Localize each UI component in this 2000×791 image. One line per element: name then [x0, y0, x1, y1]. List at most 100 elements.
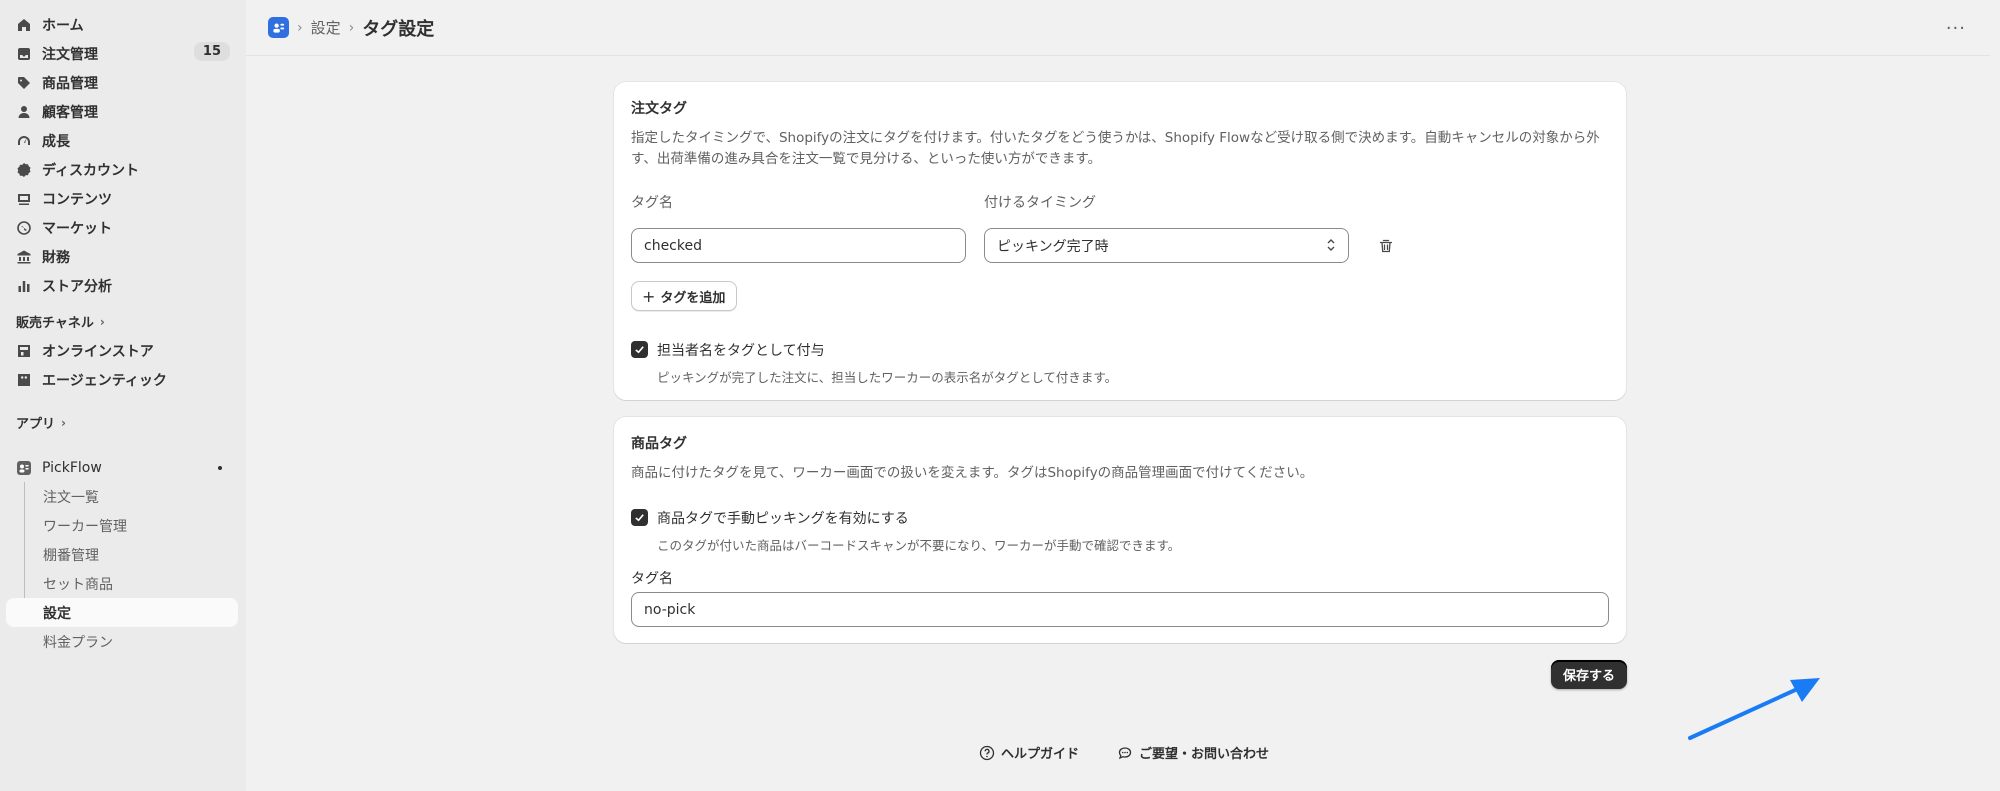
inbox-icon: [16, 46, 32, 62]
sidebar-item-5[interactable]: ディスカウント: [0, 155, 246, 184]
main-area: › 設定 › タグ設定 ··· 注文タグ 指定したタイミングで、Shopifyの…: [246, 0, 1990, 791]
product-tags-description: 商品に付けたタグを見て、ワーカー画面での扱いを変えます。タグはShopifyの商…: [631, 465, 1314, 481]
order-tags-description: 指定したタイミングで、Shopifyの注文にタグを付けます。付いたタグをどう使う…: [631, 130, 1600, 167]
sidebar-item-label: マーケット: [42, 220, 112, 237]
app-subitem-1[interactable]: ワーカー管理: [0, 511, 246, 540]
pin-dot-icon: [218, 466, 222, 470]
sidebar-item-label: ストア分析: [42, 278, 112, 295]
page-title: タグ設定: [362, 18, 435, 40]
content-icon: [16, 191, 32, 207]
agentic-icon: [16, 372, 32, 388]
sidebar-item-6[interactable]: コンテンツ: [0, 184, 246, 213]
discount-icon: [16, 162, 32, 178]
chevron-right-icon: ›: [61, 415, 66, 430]
tag-name-column-label: タグ名: [631, 195, 673, 211]
sidebar-item-label: オンラインストア: [42, 343, 154, 360]
bar-chart-icon: [16, 278, 32, 294]
sidebar-item-8[interactable]: 財務: [0, 242, 246, 271]
pickflow-logo-icon[interactable]: [268, 17, 289, 38]
footer-links: ヘルプガイド ご要望・お問い合わせ: [979, 743, 1269, 762]
order-tags-card: 注文タグ 指定したタイミングで、Shopifyの注文にタグを付けます。付いたタグ…: [614, 82, 1626, 400]
sidebar-item-label: エージェンティック: [42, 372, 167, 389]
sidebar-item-3[interactable]: 顧客管理: [0, 97, 246, 126]
sales-channels-label: 販売チャネル: [16, 316, 94, 331]
bank-icon: [16, 249, 32, 265]
sidebar-item-7[interactable]: マーケット: [0, 213, 246, 242]
annotation-arrow: [1688, 678, 1820, 740]
apps-label: アプリ: [16, 417, 56, 432]
product-tags-card: 商品タグ 商品に付けたタグを見て、ワーカー画面での扱いを変えます。タグはShop…: [614, 417, 1626, 643]
product-tag-name-label: タグ名: [631, 571, 673, 587]
timing-select-value: ピッキング完了時: [997, 238, 1109, 255]
sidebar-channel-0[interactable]: オンラインストア: [0, 336, 246, 365]
app-subitem-0[interactable]: 注文一覧: [0, 482, 246, 511]
pickflow-app-icon: [16, 460, 32, 476]
select-chevron-icon: [1327, 239, 1335, 251]
chat-bubble-icon: [1118, 746, 1132, 759]
count-badge: 15: [193, 42, 230, 61]
breadcrumb-settings[interactable]: 設定: [311, 17, 341, 38]
app-subitem-3[interactable]: セット商品: [0, 569, 246, 598]
delete-tag-trash-icon[interactable]: [1378, 238, 1394, 254]
sidebar-item-label: 成長: [42, 133, 70, 150]
app-subnav: 注文一覧 ワーカー管理 棚番管理 セット商品 設定 料金プラン: [0, 482, 246, 656]
checkmark-icon: [635, 346, 644, 354]
checkmark-icon: [635, 514, 644, 522]
help-guide-label: ヘルプガイド: [1001, 747, 1080, 762]
sidebar-item-label: 財務: [42, 249, 70, 266]
contact-link[interactable]: ご要望・お問い合わせ: [1117, 743, 1269, 762]
app-subitem-5[interactable]: 料金プラン: [0, 627, 246, 656]
globe-icon: [16, 220, 32, 236]
breadcrumb-chevron-icon: ›: [348, 19, 355, 36]
gauge-icon: [16, 133, 32, 149]
store-icon: [16, 343, 32, 359]
sidebar-item-pickflow[interactable]: PickFlow: [0, 453, 246, 482]
sidebar-item-1[interactable]: 注文管理 15: [0, 39, 246, 68]
sidebar-item-2[interactable]: 商品管理: [0, 68, 246, 97]
product-tag-name-input[interactable]: no-pick: [631, 592, 1609, 627]
add-tag-button[interactable]: + タグを追加: [631, 281, 738, 311]
product-tags-title: 商品タグ: [631, 436, 687, 452]
assignee-tag-checkbox[interactable]: [631, 341, 648, 358]
plus-icon: +: [642, 286, 656, 306]
sidebar-item-0[interactable]: ホーム: [0, 10, 246, 39]
top-bar: › 設定 › タグ設定 ···: [246, 0, 1990, 56]
apps-header[interactable]: アプリ ›: [0, 408, 246, 437]
sidebar: ホーム注文管理 15 商品管理顧客管理成長ディスカウント コンテンツマーケット財務スト…: [0, 0, 246, 791]
sidebar-channel-1[interactable]: エージェンティック: [0, 365, 246, 394]
breadcrumb-chevron-icon: ›: [297, 19, 303, 36]
sales-channels-list: オンラインストア エージェンティック: [0, 336, 246, 394]
home-icon: [16, 17, 32, 33]
sales-channels-header[interactable]: 販売チャネル ›: [0, 307, 246, 336]
sidebar-item-label: 商品管理: [42, 75, 98, 92]
more-actions-icon[interactable]: ···: [1946, 18, 1966, 39]
manual-picking-checkbox[interactable]: [631, 509, 648, 526]
sidebar-item-4[interactable]: 成長: [0, 126, 246, 155]
app-name: PickFlow: [42, 459, 102, 476]
person-icon: [16, 104, 32, 120]
sidebar-nav: ホーム注文管理 15 商品管理顧客管理成長ディスカウント コンテンツマーケット財務スト…: [0, 10, 246, 300]
sidebar-item-label: 注文管理: [42, 46, 98, 63]
sidebar-item-label: ディスカウント: [42, 162, 140, 179]
chevron-right-icon: ›: [99, 314, 105, 329]
tag-icon: [16, 75, 32, 91]
timing-select[interactable]: ピッキング完了時: [984, 228, 1349, 263]
help-guide-link[interactable]: ヘルプガイド: [979, 743, 1079, 762]
assignee-tag-help: ピッキングが完了した注文に、担当したワーカーの表示名がタグとして付きます。: [657, 370, 1118, 385]
manual-picking-label[interactable]: 商品タグで手動ピッキングを有効にする: [657, 508, 909, 528]
sidebar-item-label: ホーム: [42, 17, 84, 34]
sidebar-item-9[interactable]: ストア分析: [0, 271, 246, 300]
timing-column-label: 付けるタイミング: [984, 195, 1096, 211]
contact-label: ご要望・お問い合わせ: [1139, 747, 1270, 762]
order-tags-title: 注文タグ: [631, 101, 687, 117]
save-button[interactable]: 保存する: [1551, 660, 1627, 689]
sidebar-item-label: コンテンツ: [42, 191, 112, 208]
app-subitem-4[interactable]: 設定: [6, 598, 238, 627]
manual-picking-help: このタグが付いた商品はバーコードスキャンが不要になり、ワーカーが手動で確認できま…: [657, 538, 1181, 553]
assignee-tag-label[interactable]: 担当者名をタグとして付与: [657, 340, 825, 360]
sidebar-item-label: 顧客管理: [42, 104, 98, 121]
app-subitem-2[interactable]: 棚番管理: [0, 540, 246, 569]
order-tag-name-input[interactable]: checked: [631, 228, 966, 263]
add-tag-label: タグを追加: [660, 290, 726, 306]
help-circle-icon: [979, 745, 995, 760]
